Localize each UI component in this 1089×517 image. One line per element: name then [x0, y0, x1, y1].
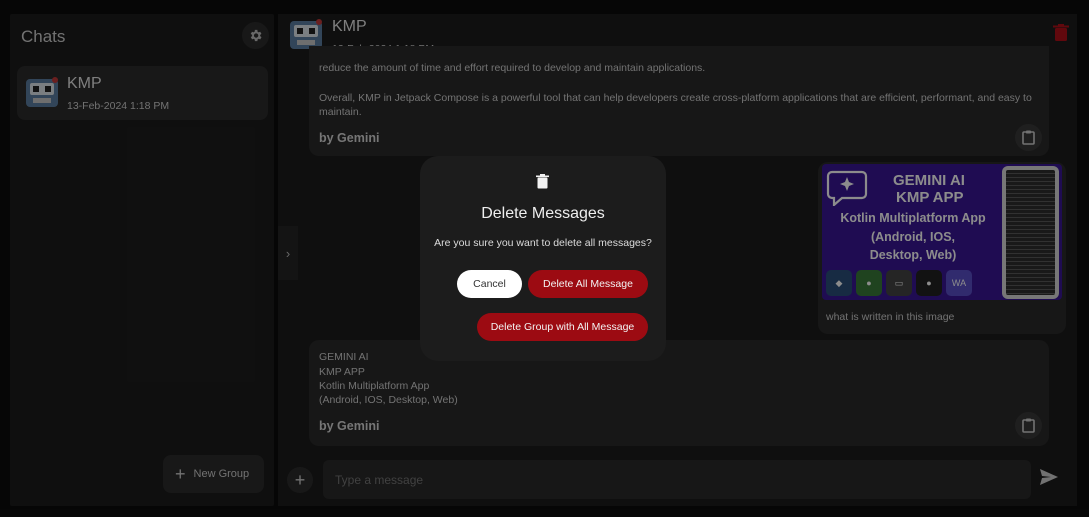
delete-all-button[interactable]: Delete All Message: [528, 270, 648, 298]
trash-icon: [536, 174, 549, 189]
delete-group-button[interactable]: Delete Group with All Message: [477, 313, 648, 341]
dialog-title: Delete Messages: [481, 205, 605, 222]
cancel-button[interactable]: Cancel: [457, 270, 522, 298]
delete-messages-dialog: Delete Messages Are you sure you want to…: [420, 156, 666, 361]
dialog-message: Are you sure you want to delete all mess…: [434, 237, 652, 249]
